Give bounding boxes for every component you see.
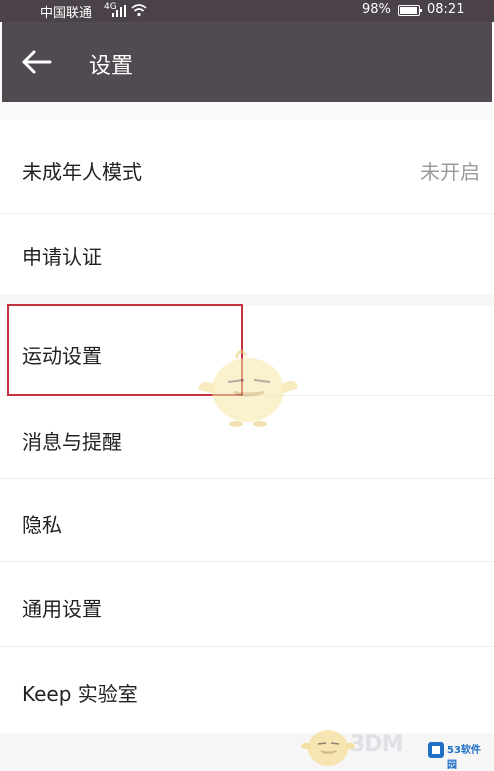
page-title: 设置 (89, 54, 134, 79)
screen: 中国联通 4G 98% 08:21 设置 未成年人模式 未开启 申请认证 运动设… (0, 0, 494, 771)
settings-item-sport-settings[interactable]: 运动设置 (0, 306, 494, 396)
settings-item-label: 运动设置 (22, 344, 102, 368)
settings-item-apply-verification[interactable]: 申请认证 (0, 214, 494, 294)
battery-icon (398, 5, 422, 16)
signal-icon (112, 5, 126, 17)
carrier-name: 中国联通 (40, 6, 93, 21)
clock: 08:21 (427, 2, 465, 17)
settings-item-keep-lab[interactable]: Keep 实验室 (0, 647, 494, 733)
settings-item-label: 消息与提醒 (22, 430, 122, 454)
battery-percent: 98% (362, 2, 391, 17)
settings-item-messages-reminders[interactable]: 消息与提醒 (0, 396, 494, 478)
section-spacer (0, 294, 494, 306)
settings-item-value: 未开启 (420, 160, 480, 184)
app-bar: 设置 (2, 22, 492, 102)
settings-item-label: 申请认证 (22, 245, 102, 269)
settings-item-label: 通用设置 (22, 597, 102, 621)
section-spacer (0, 102, 494, 120)
settings-item-general-settings[interactable]: 通用设置 (0, 562, 494, 646)
settings-item-minor-mode[interactable]: 未成年人模式 未开启 (0, 120, 494, 215)
arrow-left-icon[interactable] (20, 46, 54, 78)
settings-item-label: 未成年人模式 (22, 160, 142, 184)
status-bar: 中国联通 4G 98% 08:21 (0, 0, 494, 22)
wifi-icon (131, 4, 147, 17)
settings-item-label: 隐私 (22, 513, 62, 537)
bottom-spacer (0, 733, 494, 771)
settings-item-privacy[interactable]: 隐私 (0, 479, 494, 561)
settings-item-label: Keep 实验室 (22, 682, 138, 706)
